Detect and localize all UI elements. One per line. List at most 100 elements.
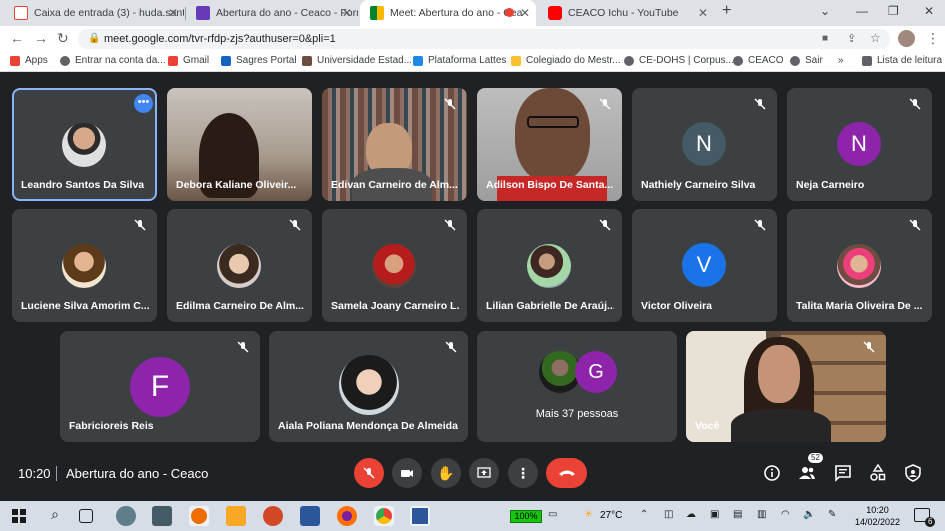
present-button[interactable] bbox=[469, 458, 499, 488]
back-icon[interactable]: ← bbox=[10, 30, 24, 46]
mic-toggle-button[interactable] bbox=[354, 458, 384, 488]
search-icon[interactable]: ⌕ bbox=[45, 506, 65, 526]
pen-icon[interactable]: ✎ bbox=[828, 509, 836, 520]
self-view-tile[interactable]: Você bbox=[686, 331, 886, 442]
close-icon[interactable]: ✕ bbox=[520, 6, 530, 20]
powerpoint-icon[interactable] bbox=[263, 506, 283, 526]
new-tab-icon[interactable]: + bbox=[722, 2, 731, 20]
close-icon[interactable]: ✕ bbox=[168, 6, 178, 20]
participant-tile[interactable]: V Victor Oliveira bbox=[632, 209, 777, 322]
avatar: G bbox=[575, 351, 617, 393]
participant-tile[interactable]: Edilma Carneiro De Alm... bbox=[167, 209, 312, 322]
university-icon bbox=[302, 55, 312, 66]
avatar bbox=[217, 244, 261, 288]
reading-list[interactable]: Lista de leitura bbox=[862, 55, 942, 66]
bookmark-gmail[interactable]: Gmail bbox=[168, 55, 209, 66]
word-document-icon[interactable] bbox=[410, 506, 430, 526]
address-bar[interactable]: 🔒 meet.google.com/tvr-rfdp-zjs?authuser=… bbox=[78, 29, 890, 49]
chat-icon[interactable] bbox=[834, 464, 852, 482]
divider bbox=[56, 466, 57, 481]
bookmark-apps[interactable]: Apps bbox=[10, 55, 48, 66]
recording-icon bbox=[505, 8, 514, 17]
activities-icon[interactable] bbox=[869, 464, 887, 482]
mic-off-icon bbox=[599, 98, 611, 110]
chevron-down-icon[interactable]: ⌄ bbox=[820, 4, 830, 18]
bookmark-entrar[interactable]: Entrar na conta da... bbox=[60, 55, 166, 66]
more-options-icon[interactable]: ••• bbox=[134, 94, 153, 113]
participant-tile[interactable]: ••• Leandro Santos Da Silva bbox=[12, 88, 157, 201]
tray-icon[interactable]: ▣ bbox=[710, 509, 719, 520]
info-icon[interactable] bbox=[763, 464, 781, 482]
participant-tile[interactable]: Talita Maria Oliveira De ... bbox=[787, 209, 932, 322]
bookmark-colegiado[interactable]: Colegiado do Mestr... bbox=[511, 55, 621, 66]
participant-tile[interactable]: Samela Joany Carneiro L... bbox=[322, 209, 467, 322]
profile-avatar[interactable] bbox=[898, 30, 915, 47]
battery-icon[interactable]: ▭ bbox=[548, 509, 557, 520]
participant-tile[interactable]: N Neja Carneiro bbox=[787, 88, 932, 201]
bookmark-lattes[interactable]: Plataforma Lattes bbox=[413, 55, 506, 66]
participant-tile[interactable]: Luciene Silva Amorim C... bbox=[12, 209, 157, 322]
chrome-icon[interactable] bbox=[374, 506, 394, 526]
more-options-button[interactable]: ⋮ bbox=[508, 458, 538, 488]
tab-forms[interactable]: Abertura do ano - Ceaco - Formu ✕ bbox=[186, 0, 358, 26]
tray-icon[interactable]: ◫ bbox=[664, 509, 673, 520]
tray-icon[interactable]: ▤ bbox=[733, 509, 742, 520]
windows-start-icon[interactable] bbox=[12, 509, 26, 523]
avatar: F bbox=[130, 357, 190, 417]
participant-tile[interactable]: Lilian Gabrielle De Araúj... bbox=[477, 209, 622, 322]
participant-tile[interactable]: Aiala Poliana Mendonça De Almeida bbox=[269, 331, 468, 442]
system-clock[interactable]: 10:20 14/02/2022 bbox=[855, 504, 900, 528]
cloud-icon[interactable]: ☁ bbox=[686, 509, 696, 520]
bookmark-sair[interactable]: Sair bbox=[790, 55, 823, 66]
close-window-icon[interactable]: ✕ bbox=[924, 4, 934, 18]
maximize-icon[interactable]: ❐ bbox=[888, 4, 899, 18]
participant-tile[interactable]: Adilson Bispo De Santa... bbox=[477, 88, 622, 201]
task-view-icon[interactable] bbox=[79, 509, 93, 523]
minimize-icon[interactable]: — bbox=[856, 4, 868, 18]
more-participants-tile[interactable]: G Mais 37 pessoas bbox=[477, 331, 677, 442]
tab-youtube[interactable]: CEACO Ichu - YouTube ✕ bbox=[538, 0, 714, 26]
people-icon[interactable] bbox=[798, 464, 816, 482]
wifi-icon[interactable]: ◠ bbox=[781, 509, 790, 520]
bookmark-universidade[interactable]: Universidade Estad... bbox=[302, 55, 412, 66]
avatar: N bbox=[682, 122, 726, 166]
share-icon[interactable]: ⇪ bbox=[847, 32, 856, 45]
bookmark-ceaco[interactable]: CEACO bbox=[733, 55, 784, 66]
sagres-icon bbox=[221, 55, 231, 66]
participant-tile[interactable]: Debora Kaliane Oliveir... bbox=[167, 88, 312, 201]
tab-meet[interactable]: Meet: Abertura do ano - Cea ✕ bbox=[360, 0, 536, 26]
avatar bbox=[527, 244, 571, 288]
menu-icon[interactable]: ⋮ bbox=[926, 30, 940, 47]
bookmarks-bar: Apps Entrar na conta da... Gmail Sagres … bbox=[0, 52, 945, 72]
end-call-button[interactable] bbox=[546, 458, 587, 488]
forward-icon[interactable]: → bbox=[34, 30, 48, 46]
participant-tile[interactable]: F Fabricioreis Reis bbox=[60, 331, 260, 442]
hang-up-icon bbox=[558, 470, 575, 476]
volume-icon[interactable]: 🔈 bbox=[803, 509, 815, 520]
bookmark-cedohs[interactable]: CE-DOHS | Corpus... bbox=[624, 55, 734, 66]
reload-icon[interactable]: ↻ bbox=[57, 30, 69, 47]
app-icon[interactable] bbox=[116, 506, 136, 526]
participant-tile[interactable]: Edivan Carneiro de Alm... bbox=[322, 88, 467, 201]
bookmark-star-icon[interactable]: ☆ bbox=[870, 31, 881, 45]
meeting-time: 10:20 bbox=[18, 466, 51, 481]
tab-gmail[interactable]: Caixa de entrada (3) - huda.santi ✕ bbox=[4, 0, 184, 26]
app-icon[interactable] bbox=[152, 506, 172, 526]
firefox-icon[interactable] bbox=[337, 506, 357, 526]
camera-icon[interactable]: ■ bbox=[822, 33, 828, 44]
bookmarks-overflow[interactable]: » bbox=[838, 55, 844, 66]
chevron-up-icon[interactable]: ⌃ bbox=[640, 509, 648, 520]
app-icon[interactable] bbox=[189, 506, 209, 526]
camera-toggle-button[interactable] bbox=[392, 458, 422, 488]
tray-icon[interactable]: ▥ bbox=[757, 509, 766, 520]
file-explorer-icon[interactable] bbox=[226, 506, 246, 526]
close-icon[interactable]: ✕ bbox=[698, 6, 708, 20]
bookmark-sagres[interactable]: Sagres Portal bbox=[221, 55, 297, 66]
participant-tile[interactable]: N Nathiely Carneiro Silva bbox=[632, 88, 777, 201]
mic-off-icon bbox=[445, 341, 457, 353]
raise-hand-button[interactable]: ✋ bbox=[431, 458, 461, 488]
host-controls-icon[interactable] bbox=[904, 464, 922, 482]
close-icon[interactable]: ✕ bbox=[342, 6, 352, 20]
weather-icon[interactable]: ☀ bbox=[584, 509, 593, 520]
word-icon[interactable] bbox=[300, 506, 320, 526]
